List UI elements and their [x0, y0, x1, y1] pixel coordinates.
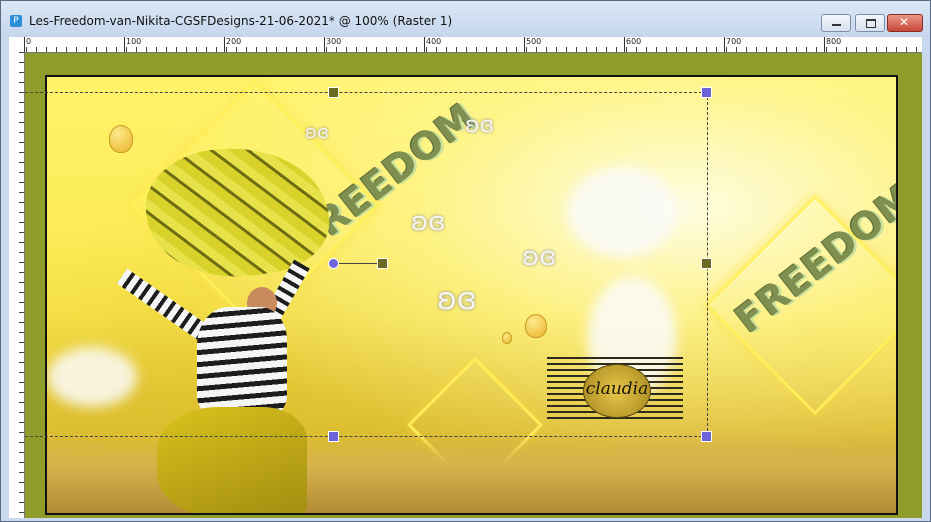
horizontal-ruler[interactable]: 0 100 200 300 400 500 600 700 800: [9, 37, 922, 53]
butterfly-icon: ʚɞ: [305, 122, 329, 143]
rotation-pivot[interactable]: [328, 258, 339, 269]
close-button[interactable]: [887, 14, 923, 32]
ruler-tick: 300: [323, 37, 342, 52]
hot-air-balloon-icon: [502, 332, 512, 344]
transform-handle-right[interactable]: [701, 258, 712, 269]
ruler-tick: 100: [123, 37, 142, 52]
image-window: P Les-Freedom-van-Nikita-CGSFDesigns-21-…: [0, 0, 931, 522]
dancer-figure: [87, 135, 367, 513]
image-canvas[interactable]: FREEDOM FREEDOM ʚɞ ʚɞ ʚɞ ʚɞ ʚɞ ʚɞ claudi…: [45, 75, 898, 515]
butterfly-icon: ʚɞ: [522, 242, 557, 272]
transform-handle-bottom-right[interactable]: [701, 431, 712, 442]
butterfly-icon: ʚɞ: [411, 207, 446, 237]
selection-edge-bottom[interactable]: [25, 436, 707, 437]
butterfly-icon: ʚɞ: [465, 113, 495, 138]
transform-handle-bottom[interactable]: [328, 431, 339, 442]
rotation-arm: [339, 263, 377, 264]
rotation-handle[interactable]: [377, 258, 388, 269]
window-title: Les-Freedom-van-Nikita-CGSFDesigns-21-06…: [29, 14, 453, 28]
transform-handle-top-right[interactable]: [701, 87, 712, 98]
ruler-tick: 700: [723, 37, 742, 52]
ruler-tick: 0: [23, 37, 32, 52]
striped-shirt: [197, 307, 287, 417]
minimize-button[interactable]: [821, 14, 851, 32]
transform-handle-top[interactable]: [328, 87, 339, 98]
ruler-tick: 400: [423, 37, 442, 52]
title-bar[interactable]: P Les-Freedom-van-Nikita-CGSFDesigns-21-…: [1, 1, 930, 37]
vertical-ruler[interactable]: [9, 52, 25, 518]
hot-air-balloon-icon: [525, 314, 547, 338]
maximize-button[interactable]: [855, 14, 885, 32]
ruler-tick: 800: [823, 37, 842, 52]
app-icon: P: [10, 15, 22, 27]
selection-edge-top[interactable]: [25, 92, 707, 93]
watermark-logo: claudia: [547, 357, 683, 423]
ruler-tick: 500: [523, 37, 542, 52]
yellow-pants: [157, 407, 307, 513]
butterfly-icon: ʚɞ: [437, 282, 477, 317]
watermark-text: claudia: [585, 379, 649, 399]
logo-badge: claudia: [583, 364, 651, 418]
cloud: [567, 167, 677, 257]
ruler-tick: 600: [623, 37, 642, 52]
ruler-tick: 200: [223, 37, 242, 52]
